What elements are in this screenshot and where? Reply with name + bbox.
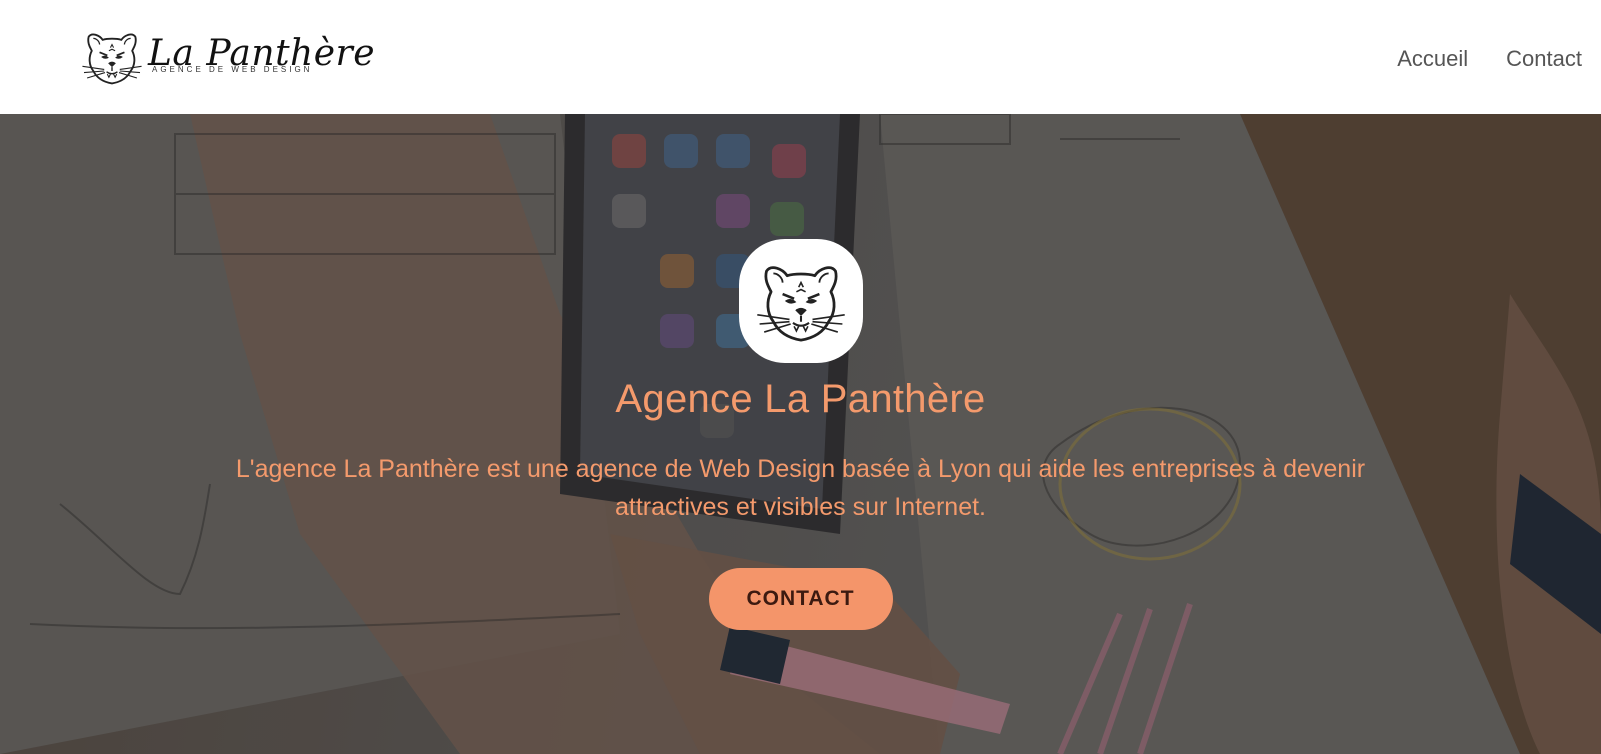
nav-link-contact[interactable]: Contact <box>1506 46 1582 72</box>
contact-button[interactable]: CONTACT <box>708 568 893 630</box>
brand-logo-link[interactable]: La Panthère AGENCE DE WEB DESIGN <box>80 27 375 87</box>
hero-description: L'agence La Panthère est une agence de W… <box>235 455 1366 521</box>
hero-section: Agence La Panthère L'agence La Panthère … <box>0 114 1601 754</box>
panther-head-icon <box>81 33 143 85</box>
panther-head-icon <box>755 266 846 342</box>
site-header: La Panthère AGENCE DE WEB DESIGN Accueil… <box>0 0 1601 114</box>
hero-title: Agence La Panthère <box>615 377 986 421</box>
brand-wordmark: La Panthère AGENCE DE WEB DESIGN <box>148 34 375 75</box>
brand-tagline: AGENCE DE WEB DESIGN <box>152 65 313 74</box>
main-nav: Accueil Contact <box>1397 46 1582 72</box>
nav-link-accueil[interactable]: Accueil <box>1397 46 1468 72</box>
hero-logo-badge <box>738 239 863 363</box>
hero-content: Agence La Panthère L'agence La Panthère … <box>0 114 1601 754</box>
